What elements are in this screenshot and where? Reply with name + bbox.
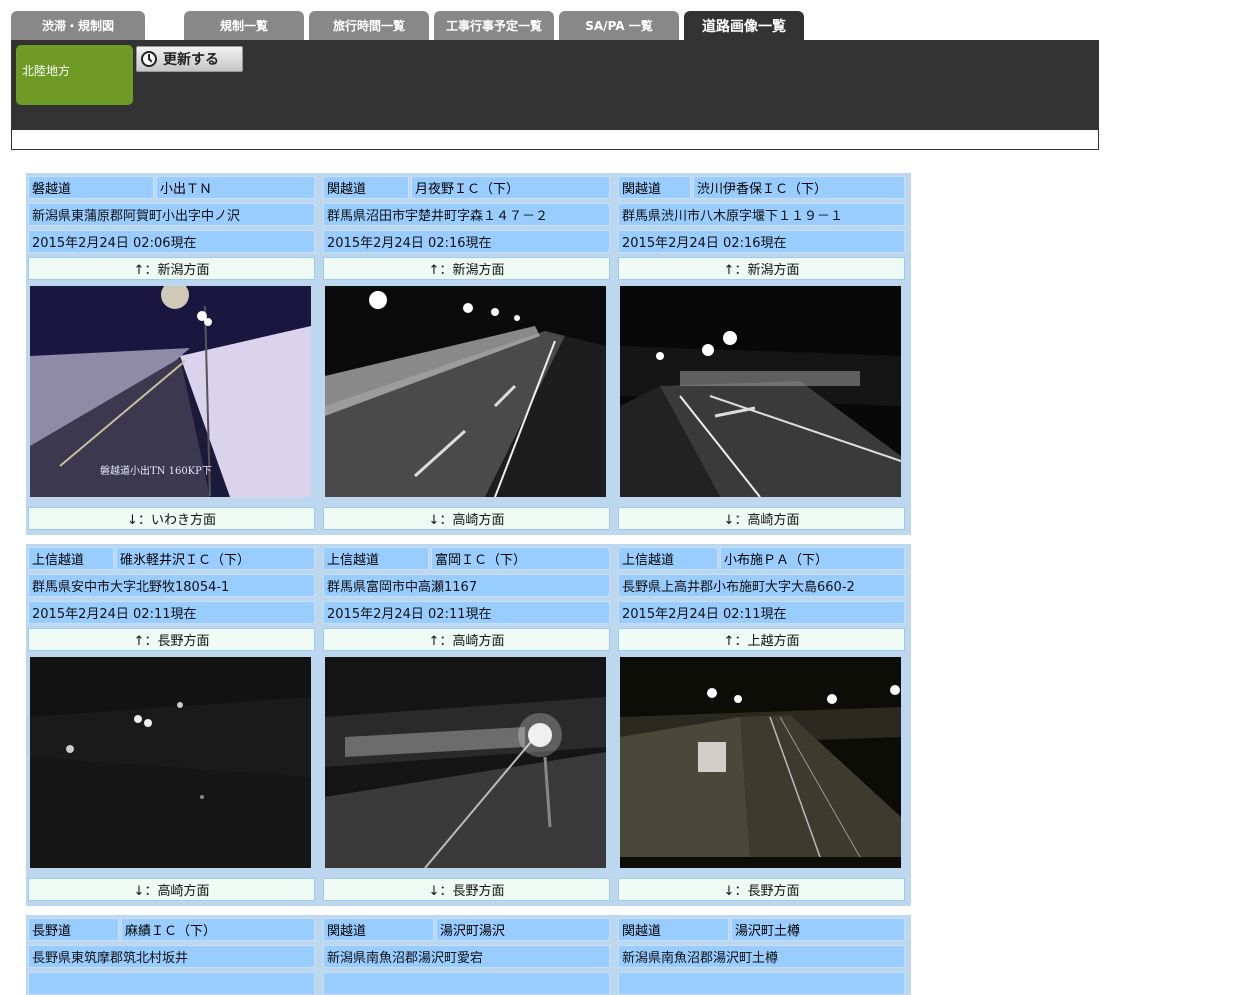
direction-down: ↓：いわき方面: [28, 507, 315, 530]
road-name: 長野道: [28, 918, 119, 941]
camera-image[interactable]: [30, 657, 311, 868]
camera-location: 渋川伊香保ＩＣ（下）: [693, 176, 905, 199]
camera-location: 湯沢町土樽: [731, 918, 905, 941]
camera-block-2: 上信越道 碓氷軽井沢ＩＣ（下） 群馬県安中市大字北野牧18054-1 2015年…: [26, 544, 911, 906]
tab-sapa-list[interactable]: SA/PA 一覧: [559, 11, 679, 40]
direction-down: ↓：高崎方面: [618, 507, 905, 530]
road-name: 上信越道: [323, 547, 429, 570]
tab-congestion-map[interactable]: 渋滞・規制図: [11, 11, 145, 40]
tab-road-images[interactable]: 道路画像一覧: [684, 11, 804, 40]
camera-image[interactable]: 磐越道小出TN 160KP下: [30, 286, 311, 497]
direction-down: ↓：高崎方面: [323, 507, 610, 530]
camera-location: 小布施ＰＡ（下）: [720, 547, 905, 570]
direction-down: ↓：長野方面: [323, 878, 610, 901]
camera-timestamp: 2015年2月24日 02:16現在: [323, 230, 610, 253]
tab-regulation-list[interactable]: 規制一覧: [184, 11, 304, 40]
region-selector-hokuriku[interactable]: 北陸地方: [16, 45, 133, 105]
direction-up: ↑：高崎方面: [323, 628, 610, 651]
camera-location: 麻績ＩＣ（下）: [121, 918, 315, 941]
camera-address: 群馬県安中市大字北野牧18054-1: [28, 574, 315, 597]
direction-up: ↑：新潟方面: [323, 257, 610, 280]
direction-down: ↓：高崎方面: [28, 878, 315, 901]
road-name: 関越道: [618, 918, 729, 941]
direction-up: ↑：新潟方面: [28, 257, 315, 280]
camera-timestamp: 2015年2月24日 02:11現在: [618, 601, 905, 624]
camera-image[interactable]: [620, 657, 901, 868]
road-name: 関越道: [323, 176, 409, 199]
direction-up: ↑：新潟方面: [618, 257, 905, 280]
camera-location: 富岡ＩＣ（下）: [431, 547, 610, 570]
camera-image[interactable]: [325, 286, 606, 497]
direction-up: ↑：長野方面: [28, 628, 315, 651]
refresh-label: 更新する: [163, 52, 219, 68]
camera-address: 新潟県東蒲原郡阿賀町小出字中ノ沢: [28, 203, 315, 226]
camera-address: 群馬県沼田市宇楚井町字森１４７－２: [323, 203, 610, 226]
camera-address: 新潟県南魚沼郡湯沢町愛宕: [323, 945, 610, 968]
camera-address: 群馬県富岡市中高瀬1167: [323, 574, 610, 597]
camera-timestamp: 2015年2月24日 02:11現在: [28, 601, 315, 624]
clock-icon: [141, 51, 157, 67]
camera-address: 群馬県渋川市八木原字堰下１１９－１: [618, 203, 905, 226]
road-name: 関越道: [323, 918, 434, 941]
camera-overlay-text: 磐越道小出TN 160KP下: [100, 464, 212, 477]
refresh-button[interactable]: 更新する: [136, 46, 243, 72]
camera-address: 新潟県南魚沼郡湯沢町土樽: [618, 945, 905, 968]
camera-block-3: 長野道 麻績ＩＣ（下） 長野県東筑摩郡筑北村坂井 関越道 湯沢町湯沢 新潟県南魚…: [26, 915, 911, 995]
direction-up: ↑：上越方面: [618, 628, 905, 651]
camera-block-1: 磐越道 小出ＴＮ 新潟県東蒲原郡阿賀町小出字中ノ沢 2015年2月24日 02:…: [26, 173, 911, 535]
camera-image[interactable]: [325, 657, 606, 868]
camera-timestamp: 2015年2月24日 02:06現在: [28, 230, 315, 253]
band-underline: [11, 130, 1099, 150]
camera-timestamp: [618, 972, 905, 995]
road-name: 上信越道: [618, 547, 718, 570]
tab-travel-time-list[interactable]: 旅行時間一覧: [309, 11, 429, 40]
camera-timestamp: 2015年2月24日 02:11現在: [323, 601, 610, 624]
direction-down: ↓：長野方面: [618, 878, 905, 901]
camera-address: 長野県東筑摩郡筑北村坂井: [28, 945, 315, 968]
camera-location: 湯沢町湯沢: [436, 918, 610, 941]
road-name: 関越道: [618, 176, 691, 199]
camera-timestamp: [28, 972, 315, 995]
camera-location: 月夜野ＩＣ（下）: [411, 176, 610, 199]
tab-construction-schedule[interactable]: 工事行事予定一覧: [434, 11, 554, 40]
road-name: 磐越道: [28, 176, 154, 199]
camera-timestamp: [323, 972, 610, 995]
camera-image[interactable]: [620, 286, 901, 497]
camera-timestamp: 2015年2月24日 02:16現在: [618, 230, 905, 253]
camera-location: 碓氷軽井沢ＩＣ（下）: [116, 547, 315, 570]
camera-location: 小出ＴＮ: [156, 176, 315, 199]
camera-address: 長野県上高井郡小布施町大字大島660-2: [618, 574, 905, 597]
road-name: 上信越道: [28, 547, 114, 570]
